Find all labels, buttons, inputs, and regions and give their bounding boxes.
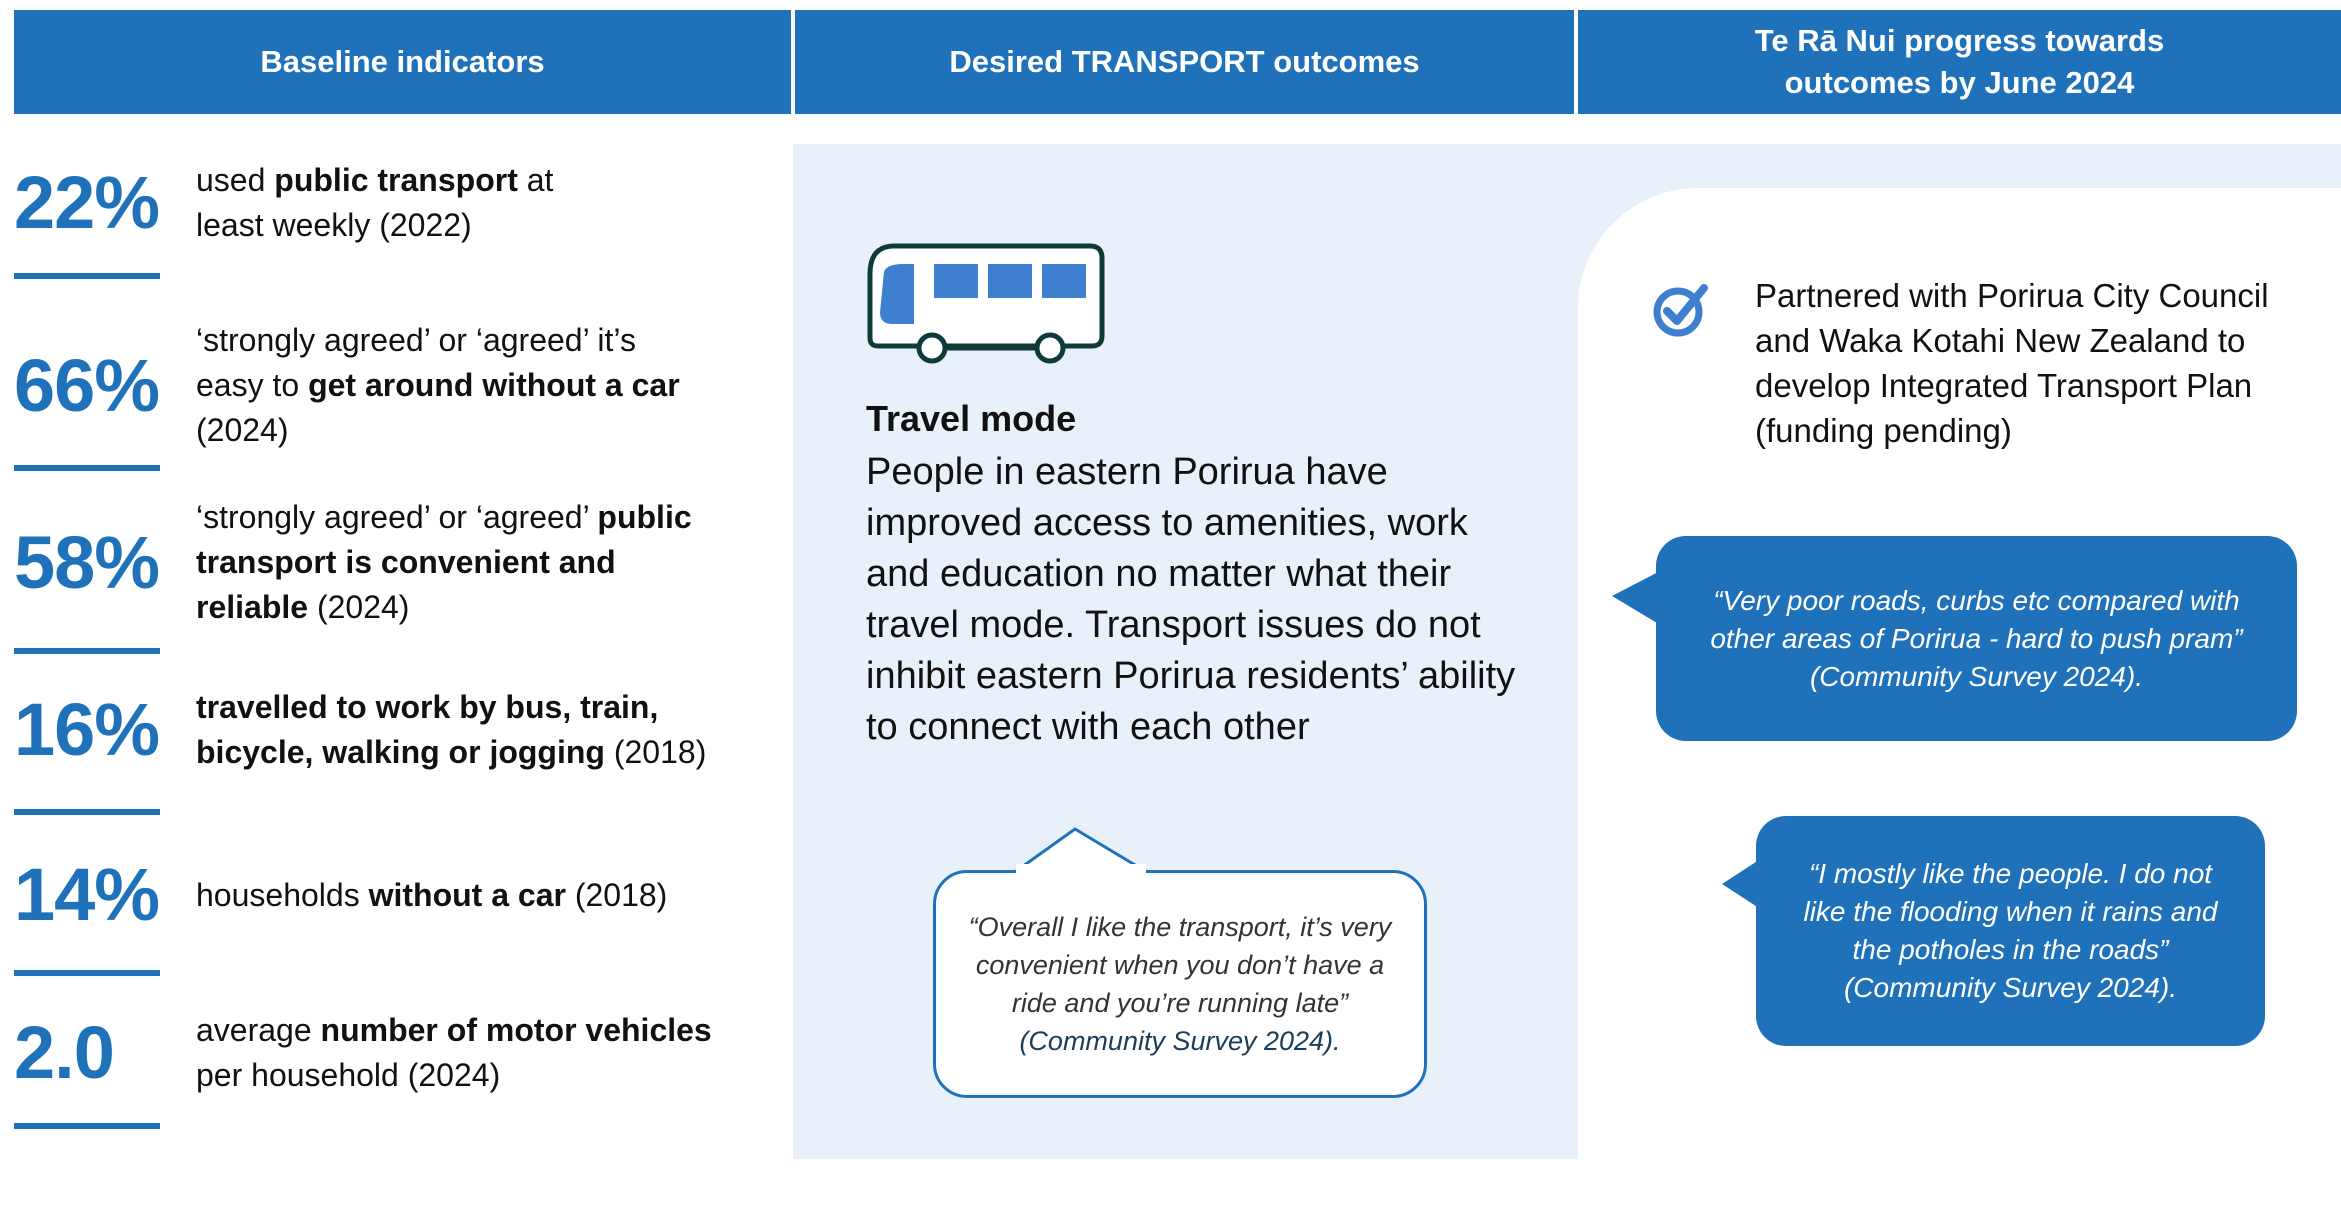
indicator-separator [14,1123,160,1129]
quote-source: (Community Survey 2024). [1019,1026,1341,1056]
indicator-text: average number of motor vehicles per hou… [196,1008,756,1098]
indicator-post: (2018) [604,734,707,770]
quote-bubble-community: “Overall I like the transport, it’s very… [933,870,1427,1098]
indicator-text: travelled to work by bus, train, bicycle… [196,685,736,775]
indicator-bold: number of motor vehicles [320,1012,712,1048]
quote-bubble-roads: “Very poor roads, curbs etc compared wit… [1656,536,2297,741]
indicator-separator [14,648,160,654]
indicator-separator [14,273,160,279]
indicator-row: 22% used public transport at least weekl… [14,158,774,248]
indicator-value: 66% [14,343,160,427]
quote-content: “I mostly like the people. I do not like… [1786,855,2235,1007]
indicator-value: 16% [14,688,160,771]
indicator-text: used public transport at least weekly (2… [196,158,576,248]
check-circle-icon [1653,284,1708,337]
header-baseline-indicators: Baseline indicators [14,10,791,114]
indicator-pre: average [196,1012,321,1048]
header-label: Baseline indicators [260,44,545,80]
speech-bubble-pointer-mask [1016,864,1146,876]
progress-item-text: Partnered with Porirua City Council and … [1755,277,2269,449]
indicator-row: 58% ‘strongly agreed’ or ‘agreed’ public… [14,495,774,630]
indicator-separator [14,970,160,976]
speech-bubble-pointer [1612,570,1662,626]
indicator-row: 16% travelled to work by bus, train, bic… [14,685,774,775]
quote-content: “Overall I like the transport, it’s very… [958,908,1402,1060]
quote-text: “I mostly like the people. I do not like… [1803,858,2218,965]
indicator-row: 66% ‘strongly agreed’ or ‘agreed’ it’s e… [14,318,774,453]
indicator-value: 14% [14,853,160,936]
header-label: Te Rā Nui progress towards outcomes by J… [1755,20,2164,104]
bus-icon [867,243,1105,364]
indicator-post: (2018) [565,876,668,913]
indicator-text: ‘strongly agreed’ or ‘agreed’ it’s easy … [196,318,686,453]
indicator-pre: households [196,876,369,913]
indicator-bold: travelled to work by bus, train, bicycle… [196,689,659,770]
quote-source: (Community Survey 2024). [1809,660,2143,692]
quote-text: “Overall I like the transport, it’s very… [968,912,1392,1018]
indicator-bold: get around without a car [308,367,680,403]
outcome-description: People in eastern Porirua have improved … [866,451,1516,748]
indicator-text: ‘strongly agreed’ or ‘agreed’ public tra… [196,495,696,630]
indicator-pre: used [196,162,275,198]
indicator-post: (2024) [196,412,289,448]
indicator-row: 14% households without a car (2018) [14,858,774,932]
indicator-bold: public transport [274,162,518,198]
indicator-separator [14,809,160,815]
indicator-value: 22% [14,161,160,244]
indicator-row: 2.0 average number of motor vehicles per… [14,1008,774,1098]
outcome-title: Travel mode [866,398,1077,439]
header-desired-outcomes: Desired TRANSPORT outcomes [795,10,1574,114]
quote-source: (Community Survey 2024). [1843,972,2177,1003]
quote-text: “Very poor roads, curbs etc compared wit… [1710,584,2243,654]
indicator-post: per household (2024) [196,1057,501,1093]
header-line: Te Rā Nui progress towards [1754,23,2165,59]
header-line: outcomes by June 2024 [1784,65,2135,100]
indicator-separator [14,465,160,471]
indicator-text: households without a car (2018) [196,873,756,918]
indicator-bold: without a car [368,876,566,913]
header-progress: Te Rā Nui progress towards outcomes by J… [1578,10,2341,114]
quote-content: “Very poor roads, curbs etc compared wit… [1686,582,2267,696]
indicator-pre: ‘strongly agreed’ or ‘agreed’ [196,499,598,535]
indicator-post: (2024) [308,589,410,625]
quote-bubble-flooding: “I mostly like the people. I do not like… [1756,816,2265,1046]
indicator-value: 2.0 [14,1011,115,1094]
indicator-value: 58% [14,520,160,604]
header-label: Desired TRANSPORT outcomes [949,44,1420,80]
